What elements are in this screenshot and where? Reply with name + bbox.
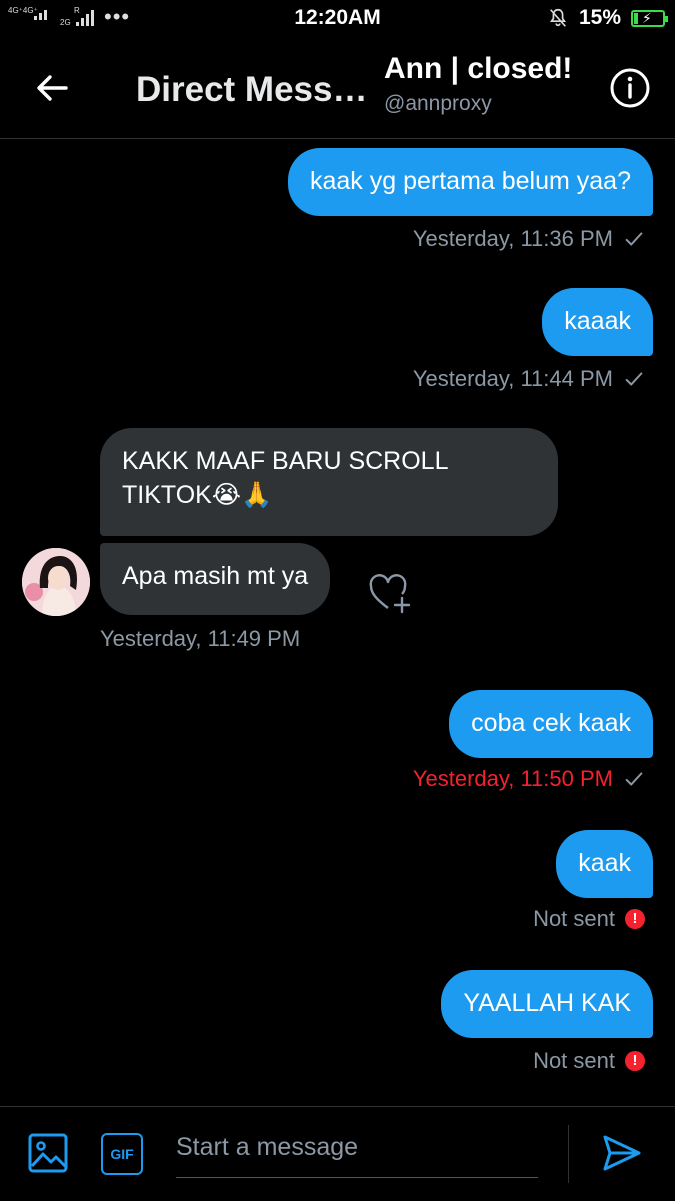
bell-muted-icon — [550, 8, 566, 27]
check-icon — [625, 772, 643, 786]
message-status: Not sent — [533, 1048, 615, 1073]
gif-button[interactable]: GIF — [101, 1133, 143, 1175]
info-button[interactable] — [608, 66, 652, 110]
message-timestamp: Yesterday, 11:50 PM — [412, 766, 613, 791]
back-button[interactable] — [30, 66, 74, 110]
battery-fill — [634, 12, 639, 24]
check-icon — [625, 372, 643, 386]
message-meta: Yesterday, 11:49 PM — [100, 626, 300, 652]
charging-bolt-icon: ⚡ — [642, 9, 652, 26]
message-meta[interactable]: Not sent ! — [533, 1048, 645, 1074]
add-image-button[interactable] — [28, 1133, 68, 1173]
check-icon — [625, 232, 643, 246]
send-icon — [603, 1135, 641, 1171]
received-message[interactable]: KAKK MAAF BARU SCROLL TIKTOK😭🙏 — [100, 428, 558, 536]
arrow-left-icon — [37, 75, 68, 101]
message-timestamp: Yesterday, 11:49 PM — [100, 626, 301, 651]
message-meta: Yesterday, 11:44 PM — [413, 366, 645, 392]
battery-percent: 15% — [578, 6, 621, 29]
sent-message[interactable]: kaak — [556, 830, 653, 898]
message-composer: GIF Start a message — [0, 1106, 675, 1201]
sent-message[interactable]: kaaak — [542, 288, 653, 356]
sent-message[interactable]: coba cek kaak — [449, 690, 653, 758]
avatar-image — [22, 548, 90, 616]
react-button[interactable] — [368, 572, 414, 616]
message-meta: Yesterday, 11:50 PM — [413, 766, 645, 792]
message-status: Not sent — [533, 906, 615, 931]
message-timestamp: Yesterday, 11:44 PM — [412, 366, 613, 391]
contact-handle[interactable]: @annproxy — [384, 92, 492, 116]
divider — [568, 1125, 569, 1183]
message-text-line: KAKK MAAF BARU SCROLL — [122, 447, 449, 475]
avatar[interactable] — [22, 548, 90, 616]
heart-plus-icon — [369, 574, 411, 614]
contact-name[interactable]: Ann | closed! — [384, 52, 572, 86]
send-button[interactable] — [602, 1133, 642, 1173]
message-text-line: TIKTOK😭🙏 — [122, 481, 273, 509]
status-right: 15% ⚡ — [547, 6, 668, 30]
info-icon — [610, 68, 650, 108]
sent-message[interactable]: kaak yg pertama belum yaa? — [287, 148, 653, 216]
message-meta[interactable]: Not sent ! — [533, 906, 645, 932]
error-icon: ! — [625, 1051, 645, 1071]
status-bar: 4G⁺4G⁺ R 2G ••• 12:20AM 15% ⚡ — [0, 0, 675, 36]
image-icon — [28, 1133, 68, 1173]
message-input[interactable]: Start a message — [176, 1125, 538, 1178]
received-message[interactable]: Apa masih mt ya — [100, 543, 331, 615]
conversation-header: Direct Mess… Ann | closed! @annproxy — [0, 36, 675, 139]
error-icon: ! — [625, 909, 645, 929]
message-meta: Yesterday, 11:36 PM — [413, 226, 645, 252]
message-timestamp: Yesterday, 11:36 PM — [412, 226, 613, 251]
page-title: Direct Mess… — [136, 70, 368, 109]
battery-icon: ⚡ — [631, 9, 668, 27]
sent-message[interactable]: YAALLAH KAK — [441, 970, 653, 1038]
